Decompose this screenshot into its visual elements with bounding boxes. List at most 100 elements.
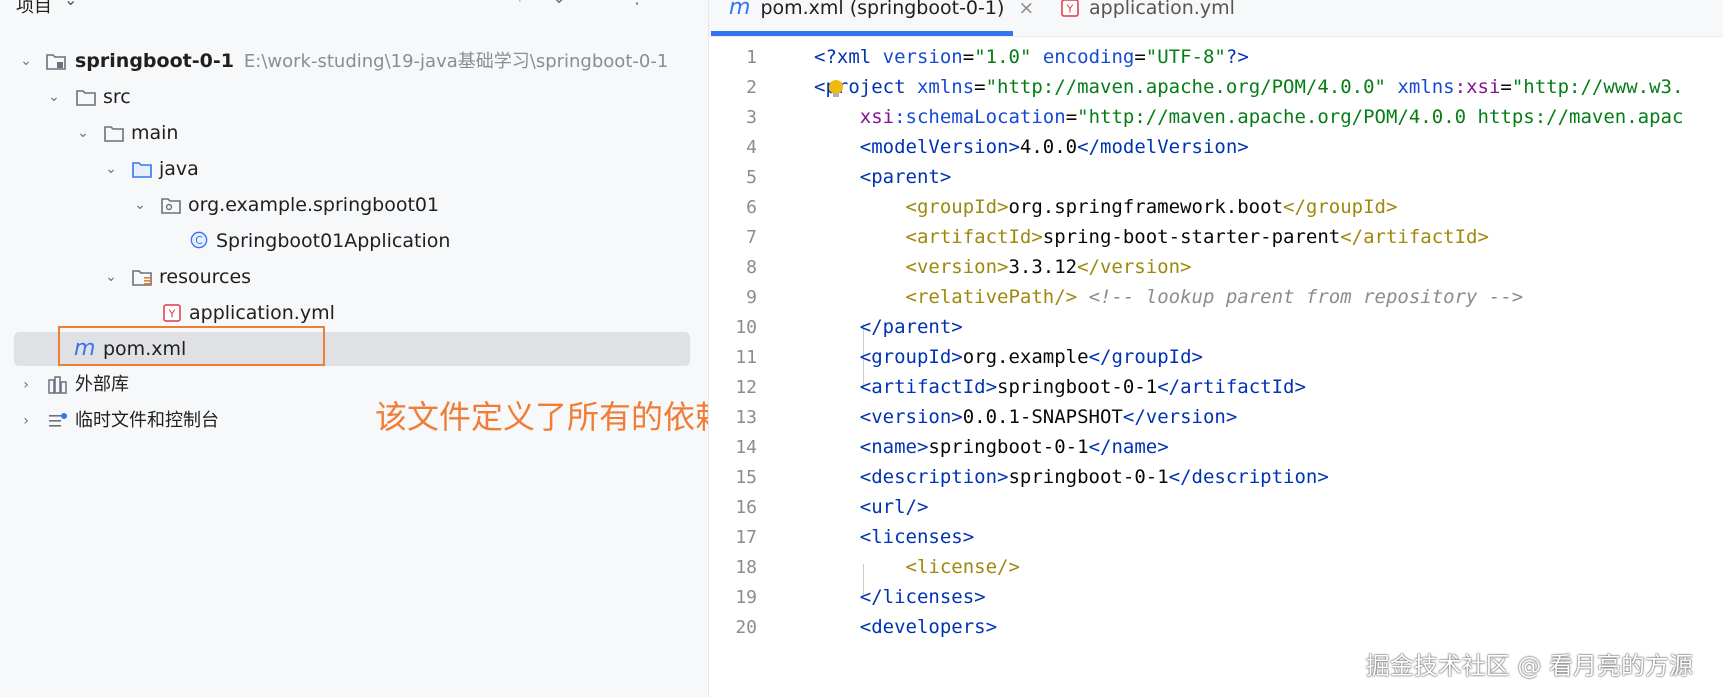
line-number[interactable]: 12 — [709, 371, 757, 404]
code-token: 0.0.1-SNAPSHOT — [962, 406, 1123, 428]
line-number[interactable]: 3 — [709, 101, 757, 134]
code-line[interactable]: 15 <description>springboot-0-1</descript… — [709, 461, 1723, 494]
expand-icon[interactable]: ⌄ — [547, 0, 571, 10]
chevron-down-icon[interactable]: ⌄ — [103, 260, 119, 294]
code-area[interactable]: 1 <?xml version="1.0" encoding="UTF-8"?> 2… — [709, 40, 1723, 697]
crosshair-icon[interactable]: ⌖ — [508, 0, 532, 10]
code-text: <version>3.3.12</version> — [814, 251, 1192, 284]
line-number[interactable]: 9 — [709, 281, 757, 314]
code-line[interactable]: 5 <parent> — [709, 161, 1723, 194]
code-token: version — [882, 46, 963, 68]
code-line[interactable]: 18 <license/> — [709, 551, 1723, 584]
scratches-icon — [49, 413, 67, 427]
line-number[interactable]: 16 — [709, 491, 757, 524]
line-number[interactable]: 2 — [709, 71, 757, 104]
tree-item-app-class[interactable]: C Springboot01Application — [0, 224, 707, 258]
code-line[interactable]: 17 <licenses> — [709, 521, 1723, 554]
tree-item-resources[interactable]: ⌄ resources — [0, 260, 707, 294]
yaml-file-icon: Y — [1061, 0, 1079, 17]
code-text: </parent> — [814, 311, 963, 344]
code-text: <modelVersion>4.0.0</modelVersion> — [814, 131, 1249, 164]
tree-item-root[interactable]: ⌄ springboot-0-1 E:\work-studing\19-java基… — [0, 44, 707, 78]
code-line[interactable]: 20 <developers> — [709, 611, 1723, 644]
minimize-icon[interactable]: — — [664, 0, 688, 10]
tree-item-package[interactable]: ⌄ org.example.springboot01 — [0, 188, 707, 222]
tab-pom-xml[interactable]: m pom.xml (springboot-0-1) × — [729, 0, 1034, 30]
maven-icon: m — [729, 0, 751, 20]
line-number[interactable]: 17 — [709, 521, 757, 554]
line-number[interactable]: 7 — [709, 221, 757, 254]
code-line[interactable]: 1 <?xml version="1.0" encoding="UTF-8"?> — [709, 41, 1723, 74]
code-line[interactable]: 3 xsi:schemaLocation="http://maven.apach… — [709, 101, 1723, 134]
code-text: <groupId>org.example</groupId> — [814, 341, 1203, 374]
chevron-down-icon[interactable]: ⌄ — [75, 116, 91, 150]
line-number[interactable]: 19 — [709, 581, 757, 614]
code-token: </name> — [1088, 436, 1169, 458]
line-number[interactable]: 11 — [709, 341, 757, 374]
code-line[interactable]: 16 <url/> — [709, 491, 1723, 524]
code-line[interactable]: 10 </parent> — [709, 311, 1723, 344]
code-token: <licenses> — [859, 526, 975, 548]
code-line[interactable]: 2 <project xmlns="http://maven.apache.org… — [709, 71, 1723, 104]
more-icon[interactable]: ⋮ — [625, 0, 649, 10]
close-icon[interactable]: × — [1018, 0, 1034, 19]
code-line[interactable]: 14 <name>springboot-0-1</name> — [709, 431, 1723, 464]
code-token: "UTF-8" — [1145, 46, 1226, 68]
code-line[interactable]: 8 <version>3.3.12</version> — [709, 251, 1723, 284]
code-line[interactable]: 7 <artifactId>spring-boot-starter-parent… — [709, 221, 1723, 254]
line-number[interactable]: 10 — [709, 311, 757, 344]
code-text: xsi:schemaLocation="http://maven.apache.… — [814, 101, 1684, 134]
code-token: <groupId> — [905, 196, 1009, 218]
code-token: xsi — [859, 106, 895, 128]
chevron-right-icon[interactable]: › — [18, 368, 34, 402]
code-line[interactable]: 6 <groupId>org.springframework.boot</gro… — [709, 191, 1723, 224]
line-number[interactable]: 18 — [709, 551, 757, 584]
code-token: = — [1500, 76, 1512, 98]
chevron-down-icon[interactable]: ⌄ — [46, 80, 62, 114]
line-number[interactable]: 4 — [709, 131, 757, 164]
tree-item-src[interactable]: ⌄ src — [0, 80, 707, 114]
chevron-down-icon[interactable]: ⌄ — [103, 152, 119, 186]
chevron-right-icon[interactable]: › — [18, 404, 34, 438]
code-text: <licenses> — [814, 521, 974, 554]
code-text: <artifactId>spring-boot-starter-parent</… — [814, 221, 1489, 254]
line-number[interactable]: 8 — [709, 251, 757, 284]
line-number[interactable]: 15 — [709, 461, 757, 494]
active-tab-indicator — [711, 31, 1013, 36]
line-number[interactable]: 6 — [709, 191, 757, 224]
chevron-down-icon[interactable]: ⌄ — [18, 44, 34, 78]
chevron-down-icon[interactable]: ⌄ — [64, 0, 77, 9]
tab-bar: m pom.xml (springboot-0-1) × Y application… — [709, 0, 1723, 37]
panel-title[interactable]: 项目 — [16, 0, 52, 18]
code-token: xmlns — [1397, 76, 1455, 98]
code-line[interactable]: 11 <groupId>org.example</groupId> — [709, 341, 1723, 374]
tree-item-application-yml[interactable]: Y application.yml — [0, 296, 707, 330]
line-number[interactable]: 5 — [709, 161, 757, 194]
root-label: springboot-0-1 — [75, 50, 234, 72]
line-number[interactable]: 14 — [709, 431, 757, 464]
code-line[interactable]: 4 <modelVersion>4.0.0</modelVersion> — [709, 131, 1723, 164]
code-line[interactable]: 13 <version>0.0.1-SNAPSHOT</version> — [709, 401, 1723, 434]
code-line[interactable]: 12 <artifactId>springboot-0-1</artifactI… — [709, 371, 1723, 404]
line-number[interactable]: 13 — [709, 401, 757, 434]
code-line[interactable]: 9 <relativePath/> <!-- lookup parent fro… — [709, 281, 1723, 314]
collapse-icon[interactable]: ⌃ — [586, 0, 610, 10]
project-panel-header: 项目 ⌄ ⌖ ⌄ ⌃ ⋮ — — [0, 0, 707, 20]
app-class-label: Springboot01Application — [216, 230, 451, 252]
line-number[interactable]: 1 — [709, 41, 757, 74]
code-line[interactable]: 19 </licenses> — [709, 581, 1723, 614]
lightbulb-icon[interactable] — [829, 80, 843, 97]
code-text: <parent> — [814, 161, 952, 194]
tree-item-main[interactable]: ⌄ main — [0, 116, 707, 150]
tree-item-java[interactable]: ⌄ java — [0, 152, 707, 186]
code-token: <artifactId> — [905, 226, 1043, 248]
external-libraries-label: 外部库 — [75, 374, 129, 395]
tab-application-yml[interactable]: Y application.yml — [1061, 0, 1235, 30]
code-token: <developers> — [859, 616, 998, 638]
line-number[interactable]: 20 — [709, 611, 757, 644]
chevron-down-icon[interactable]: ⌄ — [132, 188, 148, 222]
